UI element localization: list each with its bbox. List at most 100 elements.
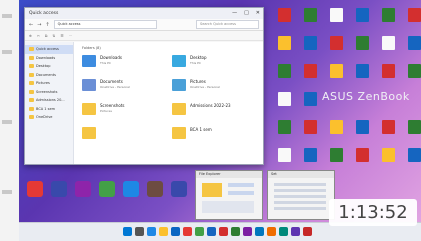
desktop-file-icon[interactable] [356, 36, 369, 50]
window-title: Quick access [29, 11, 59, 16]
desktop-shortcut-icon[interactable] [75, 181, 91, 197]
desktop-shortcut-icon[interactable] [99, 181, 115, 197]
desktop-shortcut-icon[interactable] [123, 181, 139, 197]
taskbar-app-icon[interactable] [207, 227, 216, 236]
nav-item-label: OneDrive [36, 115, 53, 120]
desktop-file-icon[interactable] [278, 92, 291, 106]
desktop-file-icon[interactable] [382, 8, 395, 22]
left-sidebar-strip [0, 0, 20, 241]
desktop-file-icon[interactable] [356, 120, 369, 134]
taskbar-app-icon[interactable] [231, 227, 240, 236]
nav-item[interactable]: Desktop [25, 62, 73, 71]
desktop-file-icon[interactable] [304, 148, 317, 162]
nav-item[interactable]: BCA 1 sem [25, 105, 73, 114]
up-arrow-icon[interactable]: ↑ [45, 22, 49, 28]
nav-item[interactable]: Documents [25, 71, 73, 80]
window-titlebar[interactable]: Quick access — □ ✕ [25, 8, 263, 19]
cut-icon[interactable]: ✂ [37, 34, 40, 38]
desktop-file-icon[interactable] [330, 36, 343, 50]
desktop-file-icon[interactable] [304, 92, 317, 106]
folder-tile[interactable]: Screenshots Pictures [82, 100, 166, 120]
taskbar-app-icon[interactable] [279, 227, 288, 236]
nav-item[interactable]: OneDrive [25, 113, 73, 122]
desktop-shortcut-icon[interactable] [51, 181, 67, 197]
desktop-file-icon[interactable] [304, 36, 317, 50]
desktop-file-icon[interactable] [356, 148, 369, 162]
sort-icon[interactable]: ⇅ [52, 34, 55, 38]
nav-item[interactable]: Screenshots [25, 88, 73, 97]
desktop-shortcut-icon[interactable] [171, 181, 187, 197]
search-input[interactable]: Search Quick access [196, 20, 259, 29]
taskbar-app-icon[interactable] [147, 227, 156, 236]
desktop-file-icon[interactable] [408, 36, 421, 50]
taskbar-app-icon[interactable] [123, 227, 132, 236]
desktop-file-icon[interactable] [408, 120, 421, 134]
taskbar-app-icon[interactable] [255, 227, 264, 236]
taskbar-app-icon[interactable] [183, 227, 192, 236]
nav-item[interactable]: Admissions 20... [25, 96, 73, 105]
close-button[interactable]: ✕ [256, 10, 260, 16]
desktop-file-icon[interactable] [304, 8, 317, 22]
maximize-button[interactable]: □ [244, 10, 249, 16]
forward-arrow-icon[interactable]: → [37, 22, 41, 28]
folder-tile[interactable]: Admissions 2022-23 [172, 100, 256, 120]
desktop-file-icon[interactable] [356, 8, 369, 22]
desktop-file-icon[interactable] [382, 120, 395, 134]
desktop-file-icon[interactable] [330, 148, 343, 162]
nav-item[interactable]: Quick access [25, 45, 73, 54]
desktop-shortcut-icon[interactable] [27, 181, 43, 197]
desktop-file-icon[interactable] [408, 8, 421, 22]
desktop-file-icon[interactable] [330, 8, 343, 22]
folder-icon [82, 103, 96, 115]
task-view-thumbnail[interactable]: File Explorer [195, 170, 263, 220]
desktop-file-icon[interactable] [382, 36, 395, 50]
taskbar-app-icon[interactable] [219, 227, 228, 236]
address-bar[interactable]: Quick access [53, 20, 157, 29]
desktop-file-icon[interactable] [408, 64, 421, 78]
view-icon[interactable]: ☰ [60, 34, 63, 38]
file-explorer-window[interactable]: Quick access — □ ✕ ← → ↑ Quick access Se… [24, 7, 264, 165]
new-icon[interactable]: ⊕ [29, 34, 32, 38]
folder-name: Documents [100, 79, 123, 84]
taskbar-app-icon[interactable] [243, 227, 252, 236]
folder-tile[interactable]: Documents OneDrive - Personal [82, 76, 166, 96]
desktop-file-icon[interactable] [330, 64, 343, 78]
more-icon[interactable]: ⋯ [68, 34, 72, 38]
folder-tile[interactable] [82, 124, 166, 144]
desktop-file-icon[interactable] [278, 120, 291, 134]
desktop-file-icon[interactable] [278, 148, 291, 162]
folder-icon [29, 89, 34, 94]
folder-tile[interactable]: Pictures OneDrive - Personal [172, 76, 256, 96]
taskbar-app-icon[interactable] [303, 227, 312, 236]
desktop-file-icon[interactable] [278, 36, 291, 50]
desktop-file-icon[interactable] [304, 120, 317, 134]
nav-item-label: Desktop [36, 64, 51, 69]
taskbar-app-icon[interactable] [291, 227, 300, 236]
desktop-file-icon[interactable] [278, 64, 291, 78]
nav-item[interactable]: Pictures [25, 79, 73, 88]
minimize-button[interactable]: — [232, 10, 237, 16]
desktop-file-icon[interactable] [356, 64, 369, 78]
copy-icon[interactable]: ⧉ [45, 34, 48, 38]
taskbar-app-icon[interactable] [195, 227, 204, 236]
task-view-thumbnail[interactable]: Set [267, 170, 335, 220]
desktop-file-icon[interactable] [330, 120, 343, 134]
desktop-file-icon[interactable] [278, 8, 291, 22]
taskbar-app-icon[interactable] [267, 227, 276, 236]
desktop-file-icon[interactable] [408, 148, 421, 162]
desktop-file-icon[interactable] [382, 148, 395, 162]
folder-name: Screenshots [100, 103, 125, 108]
desktop-shortcut-icon[interactable] [147, 181, 163, 197]
taskbar-app-icon[interactable] [159, 227, 168, 236]
back-arrow-icon[interactable]: ← [29, 22, 33, 28]
taskbar-app-icon[interactable] [171, 227, 180, 236]
folder-tile[interactable]: Downloads This PC [82, 52, 166, 72]
address-toolbar: ← → ↑ Quick access Search Quick access [25, 19, 263, 31]
folder-tile[interactable]: BCA 1 sem [172, 124, 256, 144]
folder-tile[interactable]: Desktop This PC [172, 52, 256, 72]
taskbar-app-icon[interactable] [135, 227, 144, 236]
desktop-file-icon[interactable] [304, 64, 317, 78]
folder-icon [29, 115, 34, 120]
nav-item[interactable]: Downloads [25, 54, 73, 63]
desktop-file-icon[interactable] [382, 64, 395, 78]
